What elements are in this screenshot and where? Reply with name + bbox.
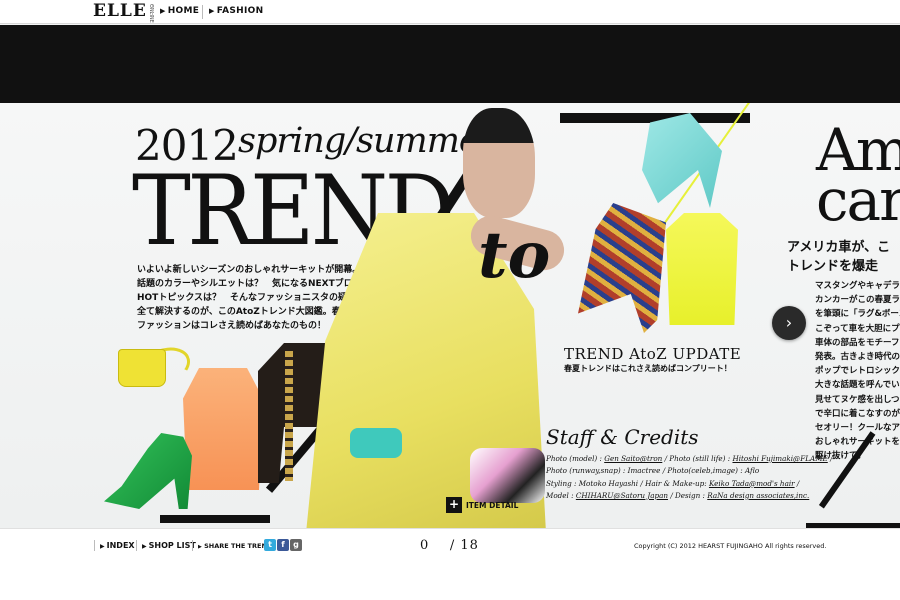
credit-line: Model : CHIHARU@Satoru Japan / Design : …: [546, 490, 809, 502]
intro-line: HOTトピックスは？ そんなファッショニスタの疑問を: [137, 293, 366, 303]
credit-text: / Photo (still life) :: [662, 454, 733, 463]
page-counter: 0 / 18: [420, 538, 479, 553]
nav-fashion-link[interactable]: ▶ FASHION: [209, 6, 263, 16]
credit-text: / Design :: [668, 490, 708, 500]
google-plus-icon[interactable]: g: [290, 539, 302, 551]
tribal-heel-image[interactable]: [578, 203, 666, 333]
triangle-right-icon: ▶: [160, 7, 166, 15]
headline-to: to: [478, 218, 551, 293]
footer-divider: [136, 540, 137, 551]
credits-block: Photo (model) : Gen Saito@tron / Photo (…: [546, 453, 833, 502]
page-separator: /: [449, 538, 456, 553]
nav-home-link[interactable]: ▶ HOME: [160, 6, 199, 16]
top-nav: ELLE ONLINE ▶ HOME ▶ FASHION: [0, 0, 900, 24]
shop-list-link[interactable]: ▶ SHOP LIST: [142, 541, 196, 550]
model-head-image: [463, 108, 535, 218]
nav-divider: [202, 5, 203, 19]
footer-bar: ▶ INDEX ▶ SHOP LIST ▶ SHARE THE TREND! t f…: [0, 528, 900, 560]
sneaker-image[interactable]: [470, 448, 545, 503]
logo-wordmark: ELLE: [93, 1, 147, 21]
intro-line: 全て解決するのが、このAtoZトレンド大図鑑。春夏: [137, 307, 350, 317]
blue-heel-image[interactable]: [642, 113, 722, 208]
jacket-trim: [285, 351, 293, 481]
credit-text: /: [794, 478, 800, 488]
next-body-line: おしゃれサーキットを: [815, 437, 900, 448]
chevron-right-icon: ›: [785, 313, 793, 332]
credit-line: Styling : Motoko Hayashi / Hair & Make-u…: [546, 478, 808, 490]
credit-text: Photo (model) :: [546, 454, 605, 463]
next-body-line: カンカーがこの春夏ランウ: [815, 295, 900, 306]
credit-text: Model :: [546, 490, 576, 500]
next-body-line: こぞって車を大胆にプリン: [815, 323, 900, 334]
next-body-line: で辛口に着こなすのがクー: [815, 408, 900, 419]
index-link[interactable]: ▶ INDEX: [100, 541, 135, 550]
triangle-right-icon: ▶: [209, 7, 215, 15]
credit-line: Photo (model) : Gen Saito@tron / Photo (…: [546, 453, 833, 465]
credit-line: Photo (runway,snap) : Imactree / Photo(c…: [546, 465, 808, 477]
credit-link[interactable]: Keiko Tada@mod's hair: [709, 479, 795, 488]
next-slide-button[interactable]: ›: [772, 306, 806, 340]
yellow-bag-image[interactable]: [118, 349, 166, 387]
twitter-icon[interactable]: t: [264, 539, 276, 551]
intro-line: 話題のカラーやシルエットは？ 気になるNEXTブロガーや: [137, 279, 380, 289]
next-title: アメリカ車が、こ トレンドを爆走: [787, 238, 890, 276]
next-headline: Am car: [816, 121, 900, 234]
page-current: 0: [420, 538, 430, 553]
elle-logo[interactable]: ELLE ONLINE: [93, 2, 154, 23]
orange-top-image[interactable]: [183, 368, 263, 490]
credits-title: Staff & Credits: [546, 425, 699, 449]
turquoise-clutch-image[interactable]: [350, 428, 402, 458]
green-heel-image[interactable]: [104, 433, 192, 509]
credit-link[interactable]: CHIHARU@Satoru Japan: [576, 491, 668, 500]
credit-link[interactable]: RaNa design associates,inc.: [707, 491, 809, 500]
trend-update-subtitle: 春夏トレンドはこれさえ読めばコンプリート！: [564, 364, 732, 373]
next-body-text: マスタングやキャデラック カンカーがこの春夏ランウ を筆頭に「ラグ&ボーン」 こ…: [815, 279, 900, 464]
plus-icon: +: [446, 497, 462, 513]
intro-line: いよいよ新しいシーズンのおしゃれサーキットが開幕。この春夏、: [137, 265, 407, 275]
next-body-line: ポップでレトロシックな天: [815, 366, 900, 377]
next-headline-line: car: [816, 166, 900, 234]
next-body-line: セオリー！クールなアメ車: [815, 423, 900, 434]
trend-update-link[interactable]: TREND AtoZ UPDATE: [564, 345, 741, 363]
next-body-line: を筆頭に「ラグ&ボーン」: [815, 309, 900, 320]
next-body-line: 発表。古きよき時代のアメ: [815, 352, 900, 363]
credit-text: Styling : Motoko Hayashi / Hair & Make-u…: [546, 478, 709, 488]
page-bottom-area: [0, 560, 900, 600]
nav-divider: [152, 5, 153, 19]
copyright-text: Copyright (C) 2012 HEARST FUJINGAHO All …: [634, 542, 827, 550]
shop-list-label: SHOP LIST: [148, 541, 196, 550]
facebook-icon[interactable]: f: [277, 539, 289, 551]
next-title-line: トレンドを爆走: [787, 259, 879, 274]
page-total: 18: [460, 538, 479, 553]
index-label: INDEX: [106, 541, 135, 550]
nav-home-label: HOME: [167, 6, 200, 16]
next-body-line: マスタングやキャデラック: [815, 281, 900, 291]
yellow-top-image[interactable]: [666, 213, 738, 325]
footer-divider: [192, 540, 193, 551]
next-body-line: 見せてヌケ感を出しつつ、: [815, 394, 900, 405]
triangle-right-icon: ▶: [142, 543, 147, 550]
item-detail-label: ITEM DETAIL: [466, 500, 519, 510]
intro-text: いよいよ新しいシーズンのおしゃれサーキットが開幕。この春夏、 話題のカラーやシル…: [137, 263, 407, 333]
footer-divider: [94, 540, 95, 551]
item-detail-button[interactable]: + ITEM DETAIL: [446, 497, 518, 513]
header-banner: [0, 25, 900, 103]
next-body-line: 駆け抜けて。: [815, 451, 866, 462]
credit-text: Photo (runway,snap) : Imactree / Photo(c…: [546, 466, 760, 476]
a-letter-base-stroke: [160, 515, 270, 523]
triangle-right-icon: ▶: [198, 544, 202, 550]
credit-link[interactable]: Hitoshi Fujimaki@FLAME: [732, 454, 827, 463]
next-title-line: アメリカ車が、こ: [787, 240, 891, 255]
nav-fashion-label: FASHION: [216, 6, 264, 16]
triangle-right-icon: ▶: [100, 543, 105, 550]
next-body-line: 大きな話題を呼んでいる。: [815, 380, 900, 391]
next-body-line: 車体の部品をモチーフにし: [815, 337, 900, 348]
credit-link[interactable]: Gen Saito@tron: [604, 454, 662, 463]
feature-stage: 2012 spring/summer TREND いよいよ新しいシーズンのおしゃ…: [0, 103, 900, 528]
